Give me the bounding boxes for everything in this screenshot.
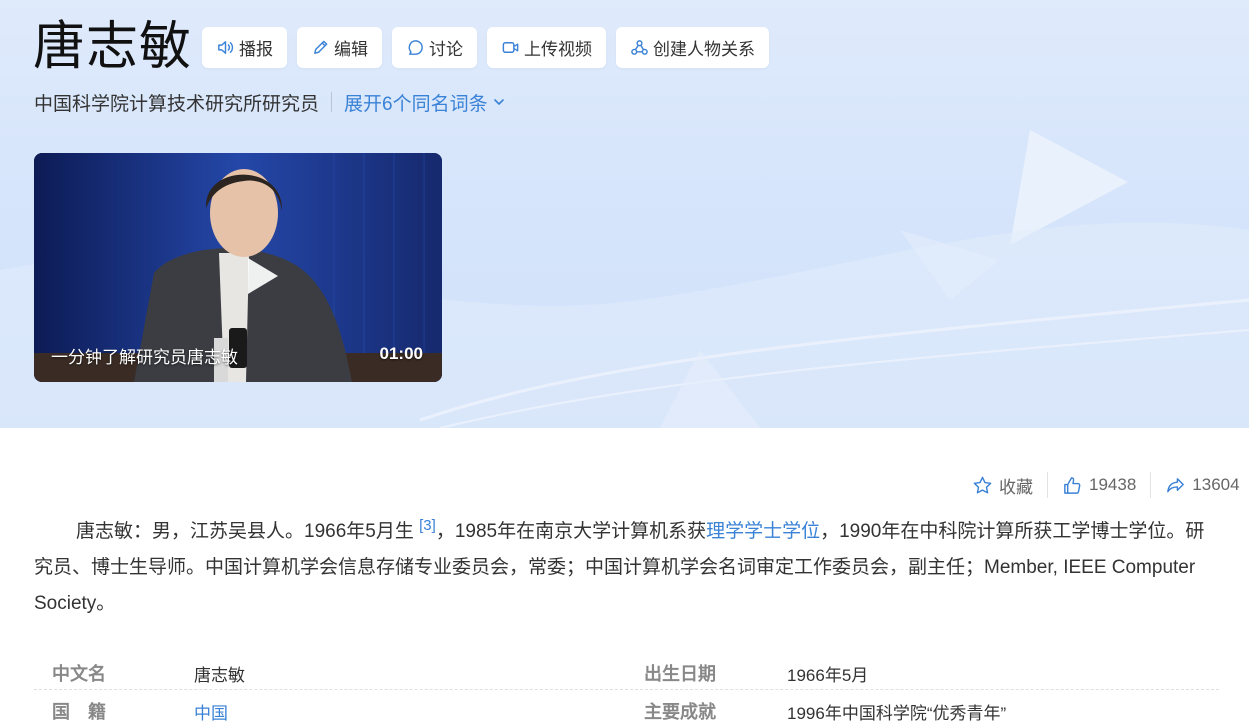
pencil-icon bbox=[314, 40, 328, 54]
summary-text-2: ，1985年在南京大学计算机系获 bbox=[435, 521, 707, 542]
bachelor-degree-link[interactable]: 理学学士学位 bbox=[706, 521, 820, 542]
info-key-chinese-name: 中文名 bbox=[52, 664, 106, 684]
edit-label: 编辑 bbox=[334, 40, 368, 59]
summary-text-1: 唐志敏：男，江苏吴县人。1966年5月生 bbox=[76, 521, 414, 542]
like-count: 19438 bbox=[1089, 475, 1137, 494]
lemma-summary: 唐志敏：男，江苏吴县人。1966年5月生 [3]，1985年在南京大学计算机系获… bbox=[34, 514, 1219, 622]
video-thumbnail[interactable]: 一分钟了解研究员唐志敏 01:00 bbox=[34, 153, 442, 382]
discuss-label: 讨论 bbox=[429, 40, 463, 59]
info-value-nationality-link[interactable]: 中国 bbox=[194, 699, 228, 724]
subtitle: 中国科学院计算技术研究所研究员 bbox=[34, 93, 320, 115]
subtitle-row: 中国科学院计算技术研究所研究员 展开6个同名词条 bbox=[34, 88, 506, 116]
info-key-achievements: 主要成就 bbox=[644, 702, 716, 722]
stats-bar: 收藏 19438 13604 bbox=[972, 472, 1240, 498]
info-value-chinese-name: 唐志敏 bbox=[194, 666, 245, 685]
like-button[interactable]: 19438 bbox=[1062, 475, 1136, 496]
info-value-birth-date: 1966年5月 bbox=[787, 666, 869, 685]
favorite-label: 收藏 bbox=[999, 477, 1033, 497]
upload-video-button[interactable]: 上传视频 bbox=[487, 27, 606, 68]
info-value-achievements: 1996年中国科学院“优秀青年” bbox=[787, 704, 1007, 723]
speaker-icon bbox=[218, 41, 234, 54]
info-key-birth-date: 出生日期 bbox=[644, 664, 716, 684]
favorite-button[interactable]: 收藏 bbox=[972, 473, 1033, 498]
star-icon bbox=[973, 476, 992, 493]
play-icon[interactable] bbox=[238, 253, 284, 299]
share-button[interactable]: 13604 bbox=[1165, 475, 1240, 496]
discuss-button[interactable]: 讨论 bbox=[392, 27, 477, 68]
expand-homonyms-link[interactable]: 展开6个同名词条 bbox=[344, 89, 506, 116]
expand-homonyms-label: 展开6个同名词条 bbox=[344, 93, 488, 115]
relation-icon bbox=[631, 40, 648, 55]
info-key-nationality: 国 籍 bbox=[52, 702, 106, 722]
stats-divider bbox=[1150, 472, 1152, 498]
video-duration: 01:00 bbox=[379, 344, 423, 363]
action-bar: 播报 编辑 讨论 上传视频 创建人物关系 bbox=[202, 27, 769, 68]
info-row: 国 籍 中国 主要成就 1996年中国科学院“优秀青年” bbox=[34, 690, 1219, 728]
chevron-down-icon bbox=[493, 99, 504, 105]
reference-link[interactable]: [3] bbox=[419, 517, 436, 534]
share-icon bbox=[1167, 477, 1185, 492]
stats-divider bbox=[1047, 472, 1048, 498]
edit-button[interactable]: 编辑 bbox=[297, 27, 382, 68]
broadcast-button[interactable]: 播报 bbox=[202, 27, 287, 68]
broadcast-label: 播报 bbox=[239, 40, 273, 59]
video-caption: 一分钟了解研究员唐志敏 bbox=[51, 348, 238, 367]
header-hero: 唐志敏 播报 编辑 讨论 上传视频 创建人物关系 中国科学院计算技术研究所研究员… bbox=[0, 0, 1249, 428]
create-relation-label: 创建人物关系 bbox=[653, 40, 755, 59]
chat-bubble-icon bbox=[408, 40, 423, 55]
share-count: 13604 bbox=[1192, 475, 1240, 494]
info-row: 中文名 唐志敏 出生日期 1966年5月 bbox=[34, 652, 1219, 690]
video-camera-icon bbox=[502, 42, 519, 53]
create-relation-button[interactable]: 创建人物关系 bbox=[616, 27, 769, 68]
subtitle-divider bbox=[331, 92, 333, 112]
thumbs-up-icon bbox=[1064, 476, 1081, 494]
basic-info-table: 中文名 唐志敏 出生日期 1966年5月 国 籍 中国 主要成就 1996年中国… bbox=[34, 652, 1219, 728]
page-title: 唐志敏 bbox=[33, 17, 193, 77]
upload-video-label: 上传视频 bbox=[524, 40, 592, 59]
